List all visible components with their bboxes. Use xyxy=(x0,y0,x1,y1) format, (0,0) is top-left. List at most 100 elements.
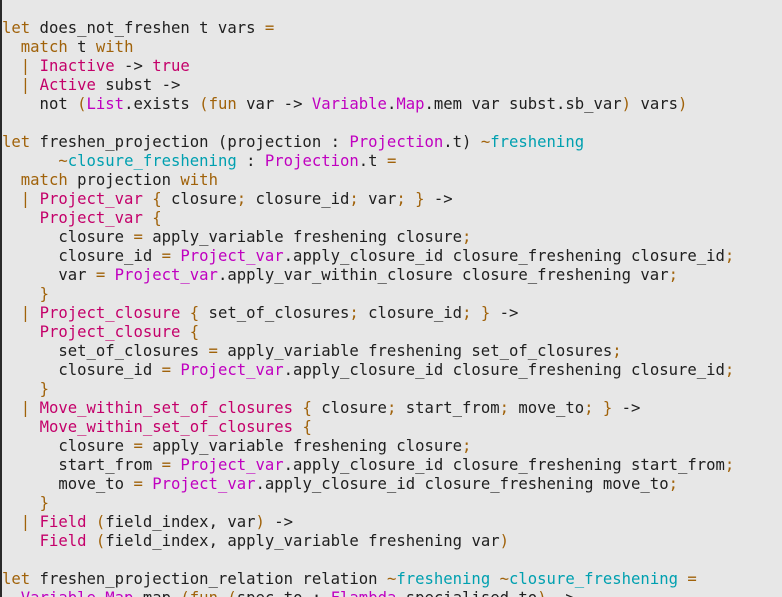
code-line[interactable]: let freshen_projection_relation relation… xyxy=(2,570,782,589)
code-line[interactable]: Move_within_set_of_closures { xyxy=(2,418,782,437)
code-line[interactable]: Project_var { xyxy=(2,209,782,228)
code-line[interactable]: | Project_var { closure; closure_id; var… xyxy=(2,190,782,209)
code-token: = xyxy=(264,19,275,37)
code-token: set_of_closures xyxy=(199,304,350,322)
code-token: Flambda xyxy=(331,589,397,597)
code-token: .map xyxy=(133,589,180,597)
code-token: -> xyxy=(612,399,641,417)
code-token: ; xyxy=(612,342,622,360)
code-token: ~ xyxy=(58,152,68,170)
code-token: = xyxy=(133,437,143,455)
code-token: vars xyxy=(631,95,679,113)
code-line[interactable]: } xyxy=(2,494,782,513)
code-token: let xyxy=(2,19,31,37)
code-token: } xyxy=(415,190,425,208)
code-token: .t xyxy=(358,152,387,170)
code-token: closure_id xyxy=(358,304,463,322)
code-token: .specialised_to xyxy=(396,589,537,597)
code-token: } xyxy=(39,285,49,303)
code-line[interactable]: match projection with xyxy=(2,171,782,190)
code-token: let xyxy=(2,570,31,588)
code-token: Projection xyxy=(264,152,359,170)
code-token: | xyxy=(20,399,31,417)
code-token: = xyxy=(161,456,171,474)
code-token: = xyxy=(133,228,143,246)
code-token: ) xyxy=(255,513,265,531)
code-line[interactable]: not (List.exists (fun var -> Variable.Ma… xyxy=(2,95,782,114)
code-token: Move_within_set_of_closures xyxy=(39,399,294,417)
code-token: ; xyxy=(668,475,678,493)
code-line[interactable]: closure_id = Project_var.apply_closure_i… xyxy=(2,247,782,266)
code-token: closure xyxy=(2,228,134,246)
code-token: } xyxy=(602,399,613,417)
code-token: .apply_closure_id closure_freshening clo… xyxy=(283,361,725,379)
code-editor[interactable]: let does_not_freshen t vars = match t wi… xyxy=(0,0,782,597)
code-token: field_index, var xyxy=(105,513,256,531)
code-token: -> xyxy=(114,57,153,75)
code-line[interactable]: } xyxy=(2,380,782,399)
code-line[interactable]: closure = apply_variable freshening clos… xyxy=(2,437,782,456)
code-line[interactable]: } xyxy=(2,285,782,304)
code-token: Field xyxy=(39,532,87,550)
code-token: let xyxy=(2,133,31,151)
code-token: .apply_closure_id closure_freshening sta… xyxy=(283,456,725,474)
code-line[interactable]: let does_not_freshen t vars = xyxy=(2,19,782,38)
code-token: ~ xyxy=(480,133,491,151)
code-token: closure_id xyxy=(2,361,162,379)
code-token: ; xyxy=(724,247,735,265)
code-token: with xyxy=(95,38,134,56)
code-token: ; xyxy=(386,399,397,417)
code-line[interactable]: | Move_within_set_of_closures { closure;… xyxy=(2,399,782,418)
code-line[interactable]: closure_id = Project_var.apply_closure_i… xyxy=(2,361,782,380)
code-area[interactable]: let does_not_freshen t vars = match t wi… xyxy=(2,0,782,597)
code-line[interactable]: Variable.Map.map (fun (spec_to : Flambda… xyxy=(2,589,782,597)
code-line[interactable]: | Project_closure { set_of_closures; clo… xyxy=(2,304,782,323)
code-line[interactable]: | Active subst -> xyxy=(2,76,782,95)
code-token: var -> xyxy=(236,95,312,113)
code-token: ( xyxy=(199,95,209,113)
code-line[interactable] xyxy=(2,114,782,133)
code-line[interactable]: start_from = Project_var.apply_closure_i… xyxy=(2,456,782,475)
code-token: } xyxy=(480,304,491,322)
code-token: closure xyxy=(161,190,237,208)
code-token: closure_freshening xyxy=(67,152,237,170)
code-token: Project_var xyxy=(180,361,284,379)
code-line[interactable]: move_to = Project_var.apply_closure_id c… xyxy=(2,475,782,494)
code-token: ~ xyxy=(499,570,509,588)
code-line[interactable]: Field (field_index, apply_variable fresh… xyxy=(2,532,782,551)
code-token: ( xyxy=(77,95,87,113)
code-token: Project_closure xyxy=(39,304,181,322)
code-line[interactable]: var = Project_var.apply_var_within_closu… xyxy=(2,266,782,285)
code-line[interactable]: | Inactive -> true xyxy=(2,57,782,76)
code-line[interactable]: Project_closure { xyxy=(2,323,782,342)
code-token: Move_within_set_of_closures xyxy=(39,418,294,436)
code-line[interactable]: match t with xyxy=(2,38,782,57)
code-line[interactable]: | Field (field_index, var) -> xyxy=(2,513,782,532)
code-line[interactable] xyxy=(2,551,782,570)
code-token: ; xyxy=(499,399,509,417)
code-token: closure_id xyxy=(246,190,350,208)
code-token: Project_closure xyxy=(39,323,181,341)
code-token: | xyxy=(20,57,31,75)
code-token: closure xyxy=(2,437,134,455)
code-token: -> xyxy=(490,304,519,322)
code-line[interactable]: closure = apply_variable freshening clos… xyxy=(2,228,782,247)
code-token: Active xyxy=(39,76,96,94)
code-line[interactable]: let freshen_projection (projection : Pro… xyxy=(2,133,782,152)
code-line[interactable]: set_of_closures = apply_variable freshen… xyxy=(2,342,782,361)
code-token: = xyxy=(208,342,218,360)
code-line[interactable]: ~closure_freshening : Projection.t = xyxy=(2,152,782,171)
